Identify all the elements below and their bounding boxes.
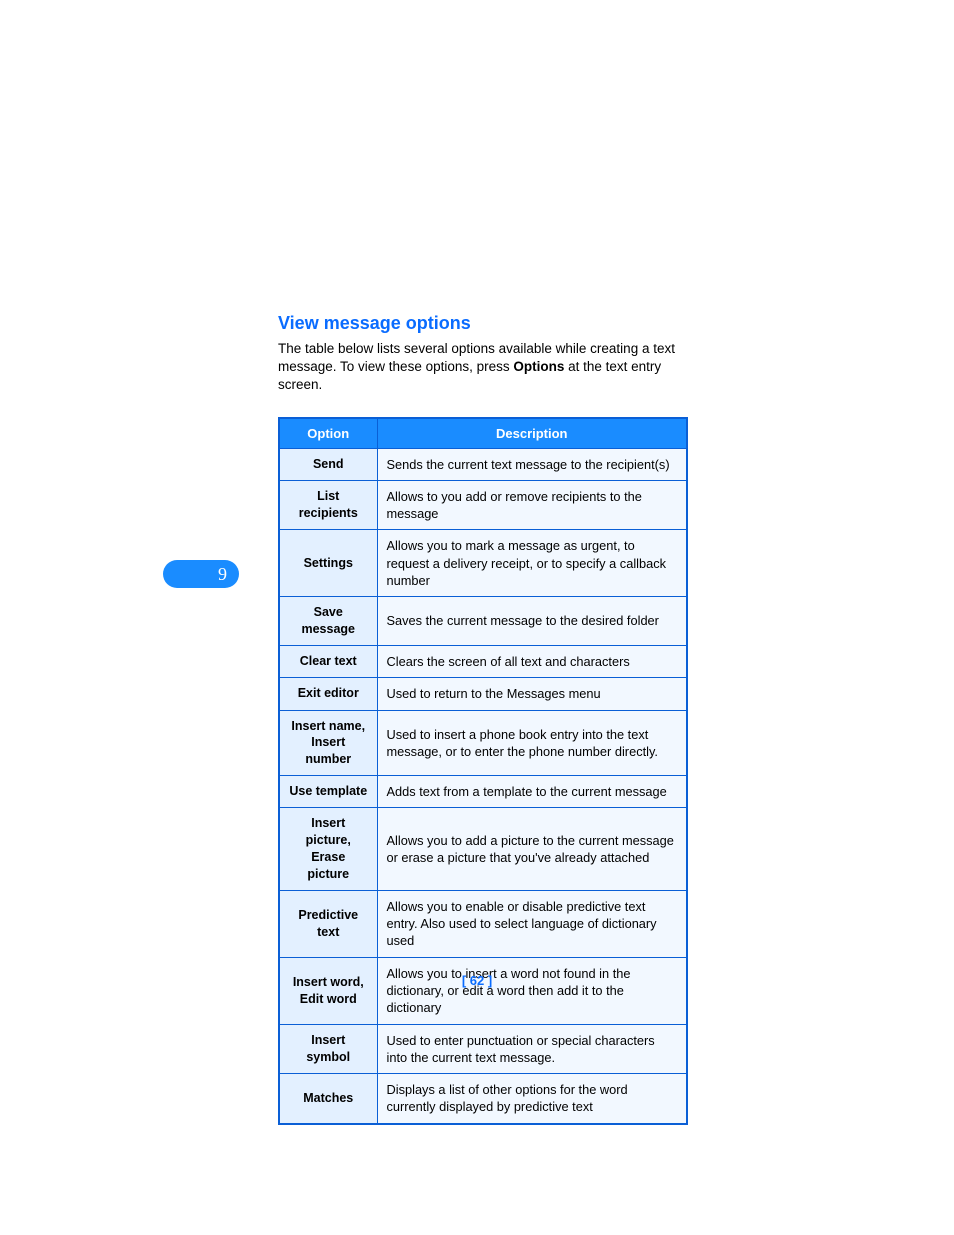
table-row: Exit editorUsed to return to the Message… <box>279 678 687 710</box>
option-desc: Saves the current message to the desired… <box>377 597 687 646</box>
table-row: Clear textClears the screen of all text … <box>279 646 687 678</box>
table-row: SettingsAllows you to mark a message as … <box>279 530 687 597</box>
table-row: Insert word, Edit wordAllows you to inse… <box>279 957 687 1024</box>
intro-bold: Options <box>513 359 564 374</box>
option-desc: Adds text from a template to the current… <box>377 776 687 808</box>
options-table: Option Description SendSends the current… <box>278 417 688 1125</box>
table-row: Insert symbolUsed to enter punctuation o… <box>279 1024 687 1074</box>
option-name: Insert symbol <box>279 1024 377 1074</box>
document-page: 9 View message options The table below l… <box>0 0 954 1235</box>
option-name: Use template <box>279 776 377 808</box>
table-row: MatchesDisplays a list of other options … <box>279 1074 687 1124</box>
option-desc: Used to return to the Messages menu <box>377 678 687 710</box>
option-desc: Allows to you add or remove recipients t… <box>377 480 687 530</box>
option-desc: Allows you to mark a message as urgent, … <box>377 530 687 597</box>
table-row: Use templateAdds text from a template to… <box>279 776 687 808</box>
option-desc: Sends the current text message to the re… <box>377 448 687 480</box>
header-description: Description <box>377 418 687 449</box>
option-desc: Allows you to insert a word not found in… <box>377 957 687 1024</box>
option-desc: Clears the screen of all text and charac… <box>377 646 687 678</box>
option-desc: Displays a list of other options for the… <box>377 1074 687 1124</box>
option-desc: Allows you to enable or disable predicti… <box>377 890 687 957</box>
table-row: Insert name, Insert numberUsed to insert… <box>279 710 687 776</box>
chapter-tab: 9 <box>163 560 239 588</box>
option-desc: Used to insert a phone book entry into t… <box>377 710 687 776</box>
option-desc: Used to enter punctuation or special cha… <box>377 1024 687 1074</box>
table-row: Insert picture, Erase pictureAllows you … <box>279 808 687 891</box>
option-name: List recipients <box>279 480 377 530</box>
header-option: Option <box>279 418 377 449</box>
option-name: Predictive text <box>279 890 377 957</box>
table-row: Save messageSaves the current message to… <box>279 597 687 646</box>
option-name: Insert name, Insert number <box>279 710 377 776</box>
option-name: Send <box>279 448 377 480</box>
option-desc: Allows you to add a picture to the curre… <box>377 808 687 891</box>
page-number: [ 62 ] <box>0 973 954 988</box>
content-area: View message options The table below lis… <box>278 313 698 1125</box>
option-name: Matches <box>279 1074 377 1124</box>
table-row: SendSends the current text message to th… <box>279 448 687 480</box>
option-name: Settings <box>279 530 377 597</box>
section-title: View message options <box>278 313 698 334</box>
option-name: Exit editor <box>279 678 377 710</box>
table-row: List recipientsAllows to you add or remo… <box>279 480 687 530</box>
table-row: Predictive textAllows you to enable or d… <box>279 890 687 957</box>
option-name: Insert word, Edit word <box>279 957 377 1024</box>
table-header-row: Option Description <box>279 418 687 449</box>
option-name: Clear text <box>279 646 377 678</box>
option-name: Save message <box>279 597 377 646</box>
option-name: Insert picture, Erase picture <box>279 808 377 891</box>
intro-paragraph: The table below lists several options av… <box>278 340 698 395</box>
